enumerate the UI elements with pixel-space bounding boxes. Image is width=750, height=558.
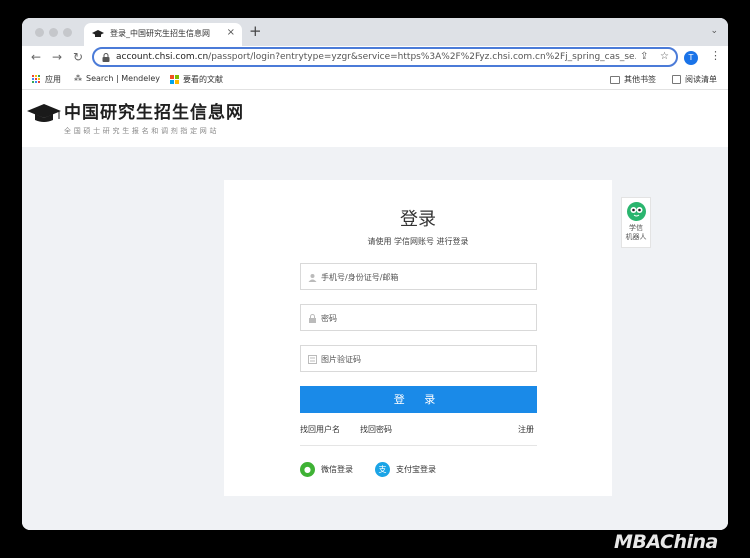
bookmark-label: 应用	[45, 75, 61, 84]
bookmark-label: Search | Mendeley	[86, 74, 161, 83]
profile-avatar[interactable]: T	[684, 51, 698, 65]
robot-avatar-icon	[627, 202, 646, 221]
bookmark-label: 其他书签	[624, 75, 656, 84]
bookmark-label: 阅读清单	[685, 75, 717, 84]
bookmarks-bar: 应用 ⁂ Search | Mendeley 要看的文献 其他书签 阅读清单	[22, 70, 728, 90]
robot-label-line1: 学信	[629, 224, 643, 232]
site-subtitle: 全国硕士研究生报名和调剂指定网站	[64, 127, 220, 135]
close-window-button[interactable]	[35, 28, 44, 37]
new-tab-button[interactable]: +	[249, 23, 262, 39]
robot-label-line2: 机器人	[625, 233, 647, 241]
site-title[interactable]: 中国研究生招生信息网	[64, 98, 244, 123]
register-link[interactable]: 注册	[518, 424, 534, 435]
bookmark-label: 要看的文献	[183, 75, 223, 84]
robot-assistant[interactable]: 学信 机器人	[621, 197, 651, 248]
forward-arrow-icon[interactable]: →	[52, 50, 62, 64]
wechat-login[interactable]: ● 微信登录	[300, 462, 353, 477]
graduation-cap-logo-icon[interactable]	[26, 101, 62, 125]
watermark: MBAChina	[614, 531, 718, 553]
tab-login[interactable]: 登录_中国研究生招生信息网 ×	[84, 23, 242, 46]
tab-title: 登录_中国研究生招生信息网	[110, 29, 210, 38]
minimize-window-button[interactable]	[49, 28, 58, 37]
bookmark-papers[interactable]: 要看的文献	[170, 74, 223, 85]
wechat-icon: ●	[300, 462, 315, 477]
apps-grid-icon	[32, 75, 41, 84]
robot-label: 学信 机器人	[622, 224, 650, 242]
find-password-link[interactable]: 找回密码	[360, 424, 392, 435]
bookmark-mendeley[interactable]: ⁂ Search | Mendeley	[74, 74, 160, 83]
bookmark-star-icon[interactable]: ☆	[660, 51, 669, 62]
username-placeholder: 手机号/身份证号/邮箱	[321, 273, 399, 282]
browser-menu-icon[interactable]: ⋮	[710, 49, 721, 62]
tab-bar: 登录_中国研究生招生信息网 × + ⌄	[22, 18, 728, 46]
graduation-cap-icon	[92, 30, 104, 37]
back-arrow-icon[interactable]: ←	[31, 50, 41, 64]
mendeley-icon: ⁂	[74, 74, 82, 83]
tab-close-icon[interactable]: ×	[227, 27, 235, 38]
bookmark-apps[interactable]: 应用	[32, 74, 61, 85]
tab-search-chevron-icon[interactable]: ⌄	[710, 26, 718, 36]
lock-icon	[102, 53, 110, 62]
zoom-window-button[interactable]	[63, 28, 72, 37]
login-card: 登录 请使用 学信网账号 进行登录 手机号/身份证号/邮箱 密码 图片验证码 登…	[224, 180, 612, 496]
username-field[interactable]: 手机号/身份证号/邮箱	[300, 263, 537, 290]
alipay-login[interactable]: 支 支付宝登录	[375, 462, 436, 477]
alipay-login-label: 支付宝登录	[396, 465, 436, 474]
captcha-field[interactable]: 图片验证码	[300, 345, 537, 372]
reload-icon[interactable]: ↻	[73, 50, 83, 64]
address-bar[interactable]: account.chsi.com.cn/passport/login?entry…	[92, 47, 678, 67]
lock-icon	[309, 314, 316, 323]
bookmark-other[interactable]: 其他书签	[610, 74, 656, 85]
image-icon	[308, 355, 317, 364]
url-path: /passport/login?entrytype=yzgr&service=h…	[208, 52, 636, 62]
password-field[interactable]: 密码	[300, 304, 537, 331]
wechat-login-label: 微信登录	[321, 465, 353, 474]
captcha-placeholder: 图片验证码	[321, 355, 361, 364]
reading-list-icon	[672, 75, 681, 84]
bookmark-reading-list[interactable]: 阅读清单	[672, 74, 717, 85]
login-button[interactable]: 登 录	[300, 386, 537, 413]
share-icon[interactable]: ⇪	[640, 51, 648, 62]
windows-logo-icon	[170, 75, 179, 84]
alipay-icon: 支	[375, 462, 390, 477]
url-text: account.chsi.com.cn/passport/login?entry…	[116, 52, 636, 62]
page-content: 中国研究生招生信息网 全国硕士研究生报名和调剂指定网站 登录 请使用 学信网账号…	[22, 90, 728, 530]
user-icon	[308, 274, 317, 282]
find-username-link[interactable]: 找回用户名	[300, 424, 340, 435]
browser-toolbar: ← → ↻ account.chsi.com.cn/passport/login…	[22, 46, 728, 70]
login-title: 登录	[400, 209, 436, 230]
password-placeholder: 密码	[321, 314, 337, 323]
url-host: account.chsi.com.cn	[116, 52, 209, 62]
folder-icon	[610, 75, 620, 84]
divider	[300, 445, 537, 446]
site-header: 中国研究生招生信息网 全国硕士研究生报名和调剂指定网站	[22, 90, 728, 147]
login-subtitle: 请使用 学信网账号 进行登录	[367, 237, 469, 246]
browser-window: 登录_中国研究生招生信息网 × + ⌄ ← → ↻ account.chsi.c…	[22, 18, 728, 530]
